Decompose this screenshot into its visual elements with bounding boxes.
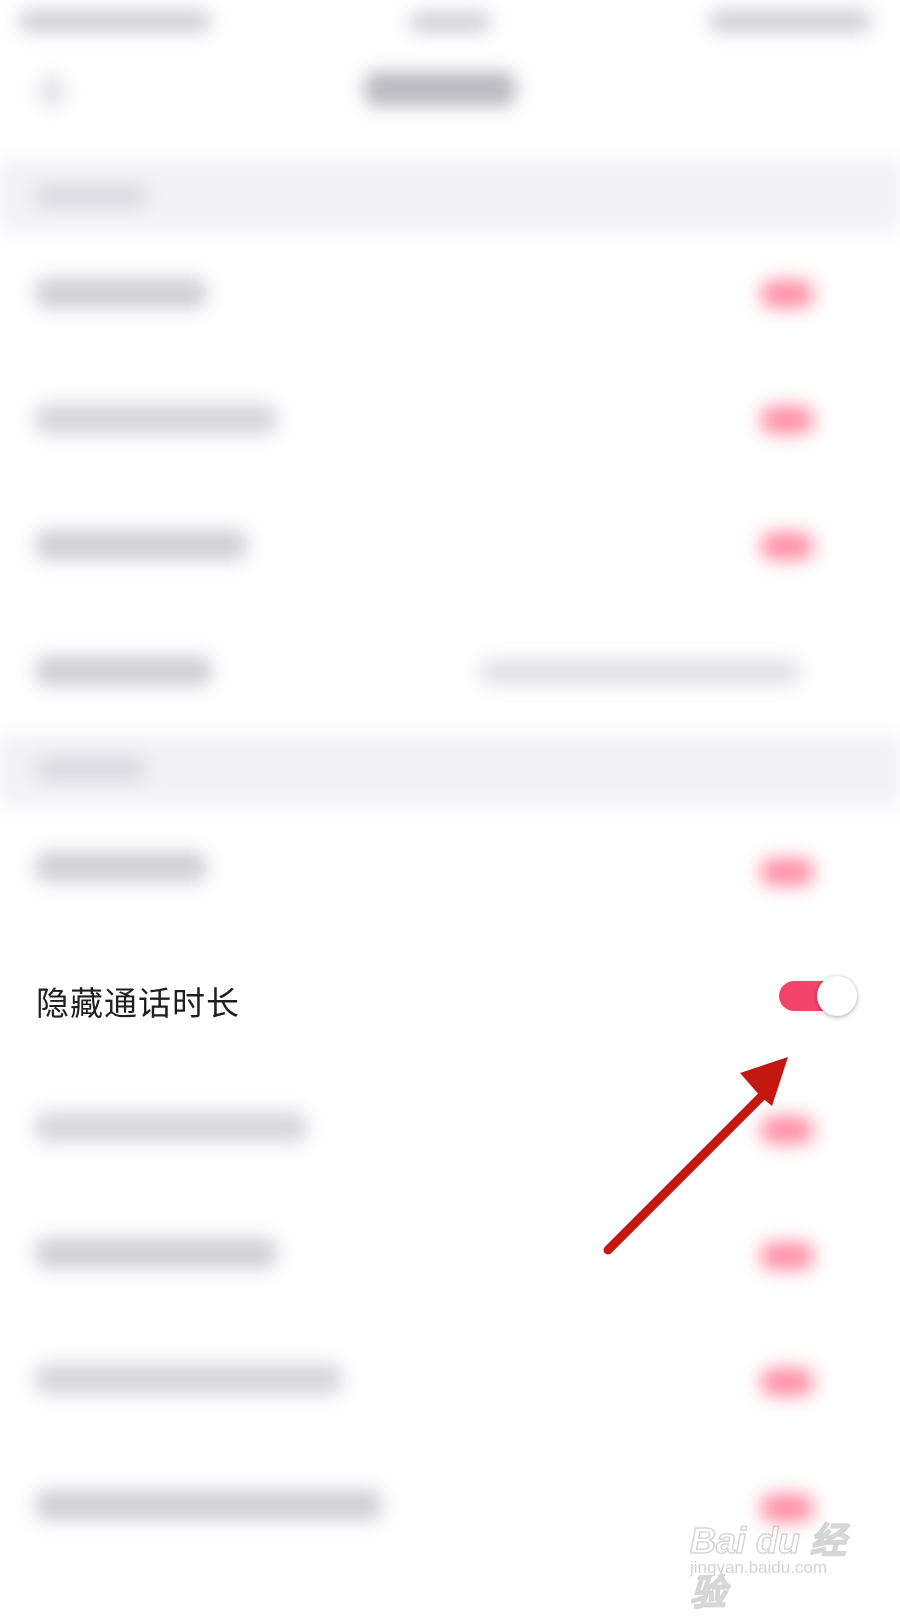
baidu-jingyan-watermark: Bai du 经验 jingyan.baidu.com bbox=[689, 1500, 870, 1614]
toggle-blur bbox=[760, 280, 814, 308]
section-title-blur bbox=[36, 185, 146, 207]
row-label-blur bbox=[36, 656, 211, 686]
status-bar-blur bbox=[20, 10, 210, 32]
row-label-blur bbox=[36, 1112, 306, 1142]
back-icon-blur bbox=[40, 76, 64, 106]
toggle-blur bbox=[760, 1242, 814, 1270]
row-value-blur bbox=[480, 660, 800, 684]
toggle-blur bbox=[760, 1368, 814, 1396]
section-title-blur bbox=[36, 758, 146, 780]
toggle-blur bbox=[760, 1116, 814, 1144]
row-label-blur bbox=[36, 278, 206, 308]
row-label-blur bbox=[36, 404, 276, 434]
toggle-blur bbox=[760, 532, 814, 560]
toggle-knob bbox=[817, 976, 857, 1016]
watermark-url: jingyan.baidu.com bbox=[690, 1558, 828, 1577]
status-bar-blur bbox=[710, 10, 870, 32]
row-label-blur bbox=[36, 1490, 381, 1520]
blurred-settings-background bbox=[0, 0, 900, 1600]
row-label-blur bbox=[36, 530, 246, 560]
row-label-blur bbox=[36, 852, 206, 882]
row-label-blur bbox=[36, 1238, 276, 1268]
nav-title-blur bbox=[365, 72, 515, 106]
setting-row-hide-call-duration: 隐藏通话时长 bbox=[0, 944, 900, 1064]
setting-label: 隐藏通话时长 bbox=[36, 984, 240, 1023]
row-label-blur bbox=[36, 1364, 341, 1394]
toggle-blur bbox=[760, 858, 814, 886]
hide-call-duration-toggle[interactable] bbox=[779, 976, 857, 1016]
toggle-blur bbox=[760, 406, 814, 434]
status-bar-blur bbox=[410, 12, 490, 32]
